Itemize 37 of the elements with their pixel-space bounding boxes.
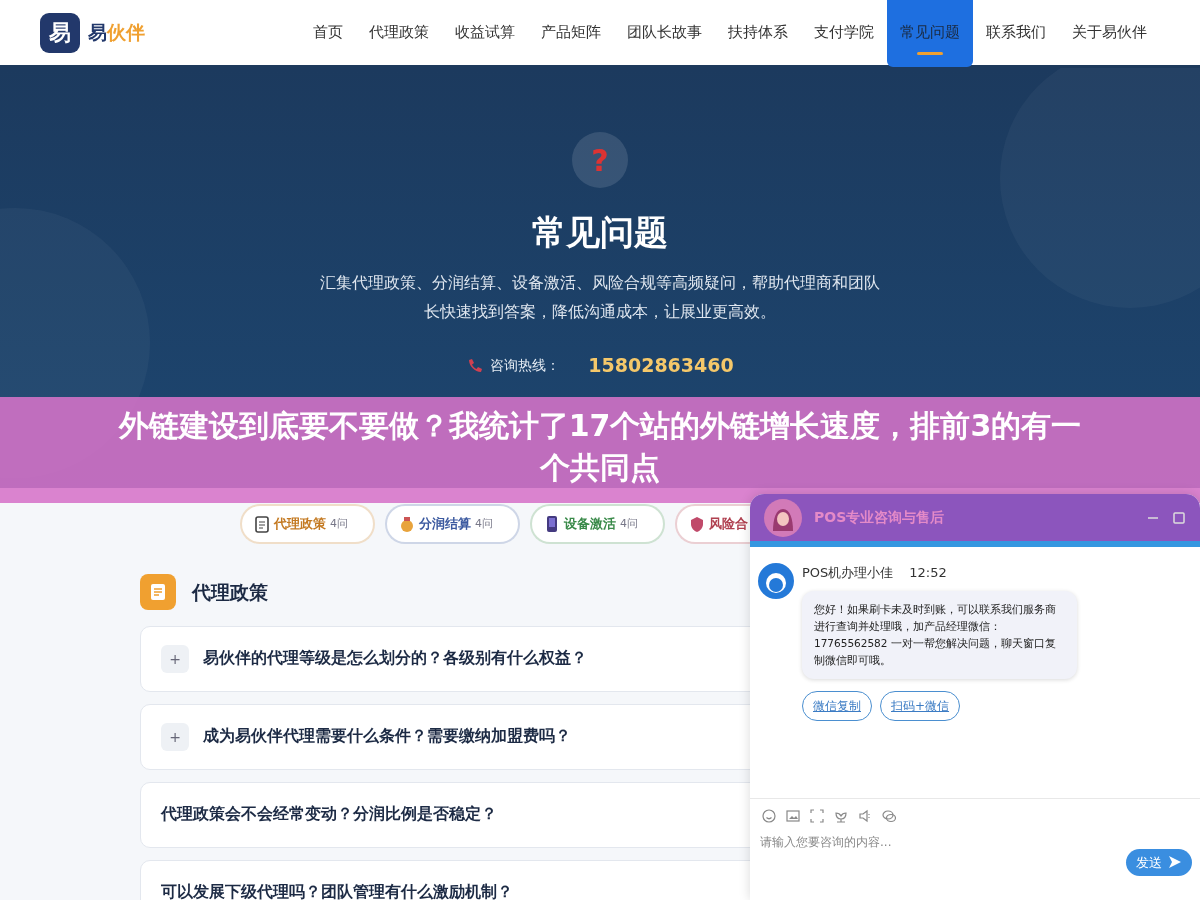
message-bubble: 您好！如果刷卡未及时到账，可以联系我们服务商进行查询并处理哦，加产品经理微信：17765562582 一对一帮您解决问题，聊天窗口复制微信即可哦。: [802, 590, 1077, 679]
expand-button[interactable]: +: [161, 645, 189, 673]
category-tag[interactable]: 分润结算 4问: [385, 504, 520, 544]
faq-question: 代理政策会不会经常变动？分润比例是否稳定？: [161, 804, 497, 826]
nav-link[interactable]: 团队长故事: [614, 0, 715, 67]
message-input[interactable]: 请输入您要咨询的内容...: [750, 832, 1050, 851]
category-tag[interactable]: 代理政策 4问: [240, 504, 375, 544]
banner-title: 外链建设到底要不要做？我统计了17个站的外链增长速度，排前3的有一个共同点: [117, 407, 1083, 487]
nav-link[interactable]: 产品矩阵: [528, 0, 614, 67]
nav-link[interactable]: 支付学院: [801, 0, 887, 67]
nav-link[interactable]: 扶持体系: [715, 0, 801, 67]
quick-reply-button[interactable]: 扫码+微信: [880, 690, 961, 721]
brand-name[interactable]: 易伙伴: [88, 18, 145, 47]
quick-reply-button[interactable]: 微信复制: [802, 690, 872, 721]
faq-question: 成为易伙伴代理需要什么条件？需要缴纳加盟费吗？: [203, 726, 571, 748]
category-tag[interactable]: 设备激活 4问: [530, 504, 665, 544]
agent-name: POS机办理小佳: [802, 564, 894, 582]
section-title: 代理政策: [192, 579, 268, 605]
expand-button[interactable]: +: [161, 723, 189, 751]
hero-title: 常见问题: [532, 212, 668, 253]
question-count: 4问: [330, 515, 348, 532]
faq-question: 可以发展下级代理吗？团队管理有什么激励机制？: [161, 882, 513, 900]
nav-link[interactable]: 代理政策: [356, 0, 442, 67]
question-count: 4问: [620, 515, 638, 532]
nav-link[interactable]: 首页: [300, 0, 356, 67]
faq-question: 易伙伴的代理等级是怎么划分的？各级别有什么权益？: [203, 648, 587, 670]
nav-link[interactable]: 收益试算: [442, 0, 528, 67]
nav-link[interactable]: 关于易伙伴: [1059, 0, 1160, 67]
question-count: 4问: [475, 515, 493, 532]
nav-link[interactable]: 联系我们: [973, 0, 1059, 67]
logo-mark[interactable]: 易: [40, 12, 80, 53]
message-time: 12:52: [909, 564, 947, 582]
hero-description: 汇集代理政策、分润结算、设备激活、风险合规等高频疑问，帮助代理商和团队长快速找到答案，降低沟通成本，让展业更高效。: [320, 272, 880, 323]
hotline-label: 咨询热线：: [490, 355, 561, 375]
hotline-number[interactable]: 15802863460: [588, 350, 734, 380]
question-icon: ?: [572, 132, 628, 188]
chat-title: POS专业咨询与售后: [814, 508, 946, 527]
